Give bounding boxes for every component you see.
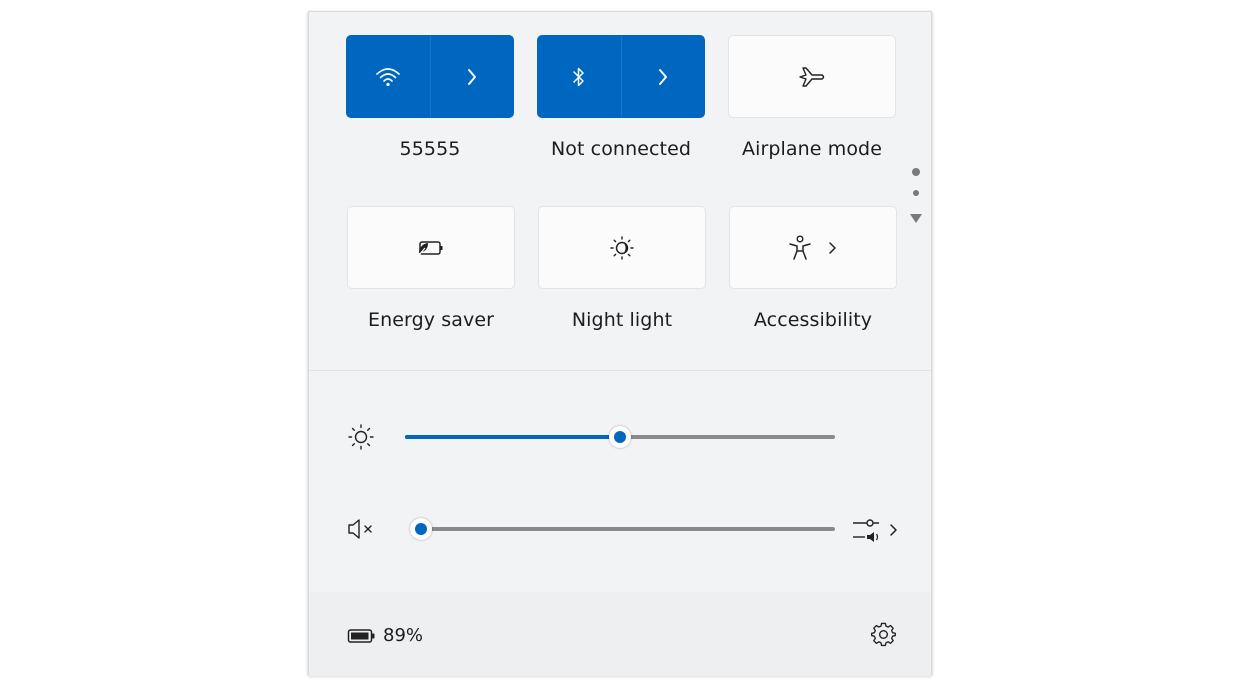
accessibility-icon	[789, 235, 811, 260]
chevron-right-icon	[890, 524, 897, 536]
wifi-expand-button[interactable]	[431, 36, 514, 117]
airplane-icon	[799, 66, 825, 87]
volume-slider-row	[309, 509, 931, 549]
chevron-down-icon[interactable]	[909, 212, 923, 224]
tile-label: Energy saver	[367, 309, 495, 331]
brightness-slider-fill	[405, 435, 620, 439]
night-light-icon	[610, 235, 634, 260]
bluetooth-expand-button[interactable]	[622, 36, 705, 117]
tile-night-light: Night light	[538, 206, 708, 331]
tile-accessibility: Accessibility	[729, 206, 899, 331]
quick-settings-panel: 55555 Not connected Airplane mode Energy…	[308, 11, 932, 676]
quick-settings-footer: 89%	[309, 592, 931, 676]
chevron-right-icon	[658, 68, 667, 85]
wifi-toggle[interactable]	[347, 36, 430, 117]
night-light-button[interactable]	[538, 206, 706, 289]
tile-label: Not connected	[550, 138, 692, 160]
tile-label: Airplane mode	[741, 138, 883, 160]
bluetooth-toggle-button[interactable]	[537, 35, 705, 118]
brightness-slider-row	[309, 417, 931, 457]
audio-output-button[interactable]	[851, 515, 903, 545]
tiles-pager	[909, 168, 923, 228]
battery-percentage: 89%	[383, 625, 424, 646]
tile-energy-saver: Energy saver	[347, 206, 517, 331]
brightness-slider[interactable]	[405, 426, 835, 448]
volume-muted-icon[interactable]	[346, 516, 378, 542]
bluetooth-toggle[interactable]	[538, 36, 621, 117]
section-divider	[309, 370, 931, 371]
tile-airplane-mode: Airplane mode	[728, 35, 898, 160]
tile-label: 55555	[399, 138, 461, 160]
tile-label: Accessibility	[753, 309, 873, 331]
audio-output-icon	[853, 519, 879, 542]
battery-icon	[347, 628, 375, 643]
volume-slider-thumb[interactable]	[410, 518, 432, 540]
airplane-mode-button[interactable]	[728, 35, 896, 118]
pager-dot[interactable]	[913, 190, 919, 196]
chevron-right-icon	[467, 68, 476, 85]
quick-settings-tiles: 55555 Not connected Airplane mode Energy…	[309, 12, 931, 372]
energy-saver-button[interactable]	[347, 206, 515, 289]
wifi-toggle-button[interactable]	[346, 35, 514, 118]
tile-bluetooth: Not connected	[537, 35, 707, 160]
brightness-slider-thumb[interactable]	[609, 426, 631, 448]
tile-wifi: 55555	[346, 35, 516, 160]
gear-icon	[871, 622, 896, 647]
tile-label: Night light	[571, 309, 673, 331]
wifi-icon	[376, 67, 401, 86]
battery-status[interactable]: 89%	[347, 625, 423, 646]
volume-slider[interactable]	[410, 518, 835, 540]
bluetooth-icon	[573, 67, 584, 86]
accessibility-button[interactable]	[729, 206, 897, 289]
settings-button[interactable]	[869, 620, 899, 650]
energy-saver-icon	[418, 240, 443, 255]
chevron-right-icon	[829, 241, 836, 254]
pager-dot[interactable]	[912, 168, 920, 176]
brightness-icon	[348, 424, 374, 450]
